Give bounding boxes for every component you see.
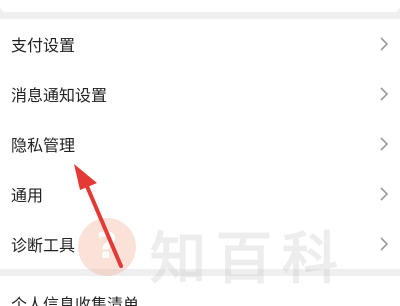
settings-item-label: 消息通知设置 — [11, 86, 108, 105]
settings-item-label: 通用 — [11, 186, 44, 205]
chevron-right-icon — [380, 187, 389, 201]
chevron-right-icon — [380, 87, 389, 101]
settings-item-label: 诊断工具 — [11, 236, 76, 255]
settings-item-notifications[interactable]: 消息通知设置 — [0, 69, 400, 119]
settings-item-diagnostics[interactable]: 诊断工具 — [0, 219, 400, 269]
chevron-right-icon — [380, 237, 389, 251]
chevron-right-icon — [380, 137, 389, 151]
chevron-right-icon — [380, 37, 389, 51]
top-card — [0, 0, 400, 12]
settings-list: 支付设置 消息通知设置 隐私管理 通用 诊断工具 — [0, 19, 400, 269]
settings-item-partial[interactable]: 个人信息收集清单 — [0, 276, 400, 306]
settings-item-general[interactable]: 通用 — [0, 169, 400, 219]
settings-item-privacy[interactable]: 隐私管理 — [0, 119, 400, 169]
settings-item-payment[interactable]: 支付设置 — [0, 19, 400, 69]
settings-item-label: 支付设置 — [11, 36, 76, 55]
settings-item-label: 隐私管理 — [11, 136, 76, 155]
partial-item-label: 个人信息收集清单 — [11, 295, 140, 306]
